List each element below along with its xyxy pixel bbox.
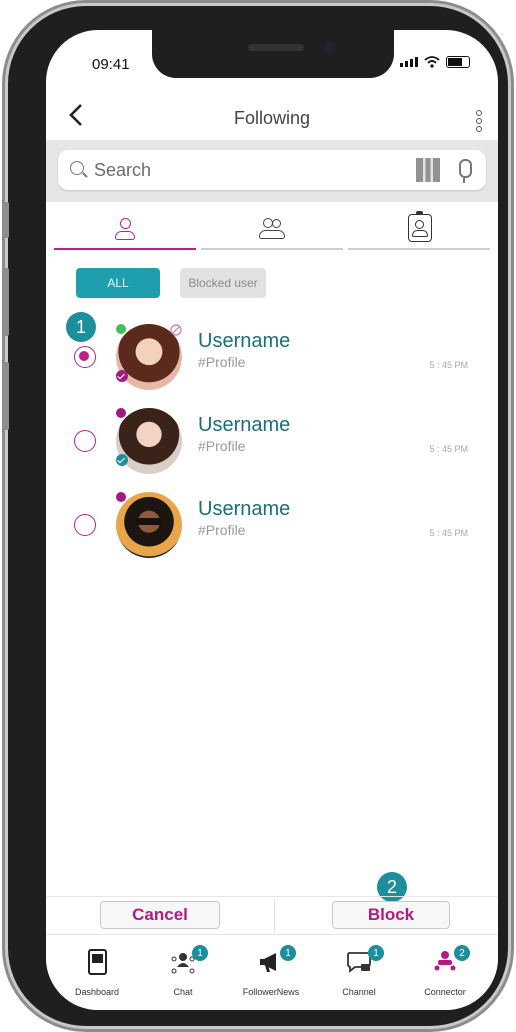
- status-dot: [116, 492, 126, 502]
- nav-item-channel[interactable]: 1 Channel: [318, 935, 400, 1010]
- cancel-button[interactable]: Cancel: [100, 901, 220, 929]
- group-icon: [259, 218, 287, 240]
- tab-bar: [52, 210, 492, 250]
- page-title: Following: [233, 108, 311, 128]
- profile-tag: #Profile: [198, 522, 246, 538]
- tab-single-user[interactable]: [52, 210, 198, 250]
- nav-item-dashboard[interactable]: Dashboard: [56, 935, 138, 1010]
- timestamp: 5 : 45 PM: [429, 360, 468, 370]
- volume-down-button: [4, 362, 9, 430]
- dashboard-icon: [84, 949, 110, 975]
- tab-contacts[interactable]: [346, 210, 492, 250]
- block-button[interactable]: Block: [332, 901, 450, 929]
- nav-badge: 2: [454, 945, 470, 961]
- verified-check-icon: [116, 370, 128, 382]
- list-item[interactable]: Username #Profile 5 : 45 PM: [46, 404, 498, 480]
- online-status-dot: [116, 324, 126, 334]
- volume-up-button: [4, 268, 9, 336]
- nav-badge: 1: [368, 945, 384, 961]
- status-icons: [400, 56, 470, 68]
- wifi-icon: [424, 56, 440, 68]
- nav-label: Chat: [173, 987, 193, 997]
- select-radio[interactable]: [74, 430, 96, 452]
- nav-label: FollowerNews: [242, 987, 300, 997]
- action-bar: Cancel Block: [46, 896, 498, 935]
- bottom-nav: Dashboard 1 Chat 1 FollowerNews 1 Channe…: [46, 934, 498, 1010]
- tab-groups[interactable]: [199, 210, 345, 250]
- status-time: 09:41: [92, 56, 130, 73]
- search-input[interactable]: [92, 156, 396, 184]
- nav-badge: 1: [280, 945, 296, 961]
- username: Username: [198, 330, 291, 352]
- nav-item-connector[interactable]: 2 Connector: [404, 935, 486, 1010]
- user-icon: [115, 218, 135, 240]
- timestamp: 5 : 45 PM: [429, 528, 468, 538]
- nav-badge: 1: [192, 945, 208, 961]
- timestamp: 5 : 45 PM: [429, 444, 468, 454]
- battery-icon: [446, 56, 470, 68]
- nav-item-chat[interactable]: 1 Chat: [142, 935, 224, 1010]
- status-dot: [116, 408, 126, 418]
- search-icon: [70, 161, 84, 175]
- app-screen: 09:41 Following Search ALL Blocked user …: [46, 30, 498, 1010]
- profile-tag: #Profile: [198, 438, 246, 454]
- qr-code-icon[interactable]: [416, 158, 440, 182]
- contact-card-icon: [408, 211, 432, 242]
- front-camera: [324, 42, 335, 53]
- select-radio[interactable]: [74, 514, 96, 536]
- phone-frame: 09:41 Following Search ALL Blocked user …: [4, 6, 508, 1026]
- filter-all-chip[interactable]: ALL: [76, 268, 160, 298]
- nav-item-followernews[interactable]: 1 FollowerNews: [230, 935, 312, 1010]
- blocked-ring-icon: [170, 324, 182, 336]
- divider: [274, 899, 275, 933]
- header: Following: [46, 92, 498, 142]
- step-marker-1: 1: [66, 312, 96, 342]
- more-options-icon[interactable]: [476, 110, 482, 134]
- username: Username: [198, 414, 291, 436]
- microphone-icon[interactable]: [459, 159, 472, 183]
- search-bar-container: [46, 140, 498, 202]
- nav-label: Channel: [342, 987, 376, 997]
- verified-check-icon: [116, 454, 128, 466]
- nav-label: Dashboard: [74, 987, 120, 997]
- list-item[interactable]: Username #Profile 5 : 45 PM: [46, 320, 498, 396]
- speaker: [248, 44, 304, 51]
- notch: [152, 30, 394, 78]
- avatar: [116, 492, 182, 558]
- list-item[interactable]: Username #Profile 5 : 45 PM: [46, 488, 498, 564]
- nav-label: Connector: [424, 987, 466, 997]
- filter-blocked-chip[interactable]: Blocked user: [180, 268, 266, 298]
- mute-switch: [4, 202, 9, 238]
- username: Username: [198, 498, 291, 520]
- signal-icon: [400, 57, 418, 67]
- select-radio[interactable]: [74, 346, 96, 368]
- profile-tag: #Profile: [198, 354, 246, 370]
- search-box: [58, 150, 486, 190]
